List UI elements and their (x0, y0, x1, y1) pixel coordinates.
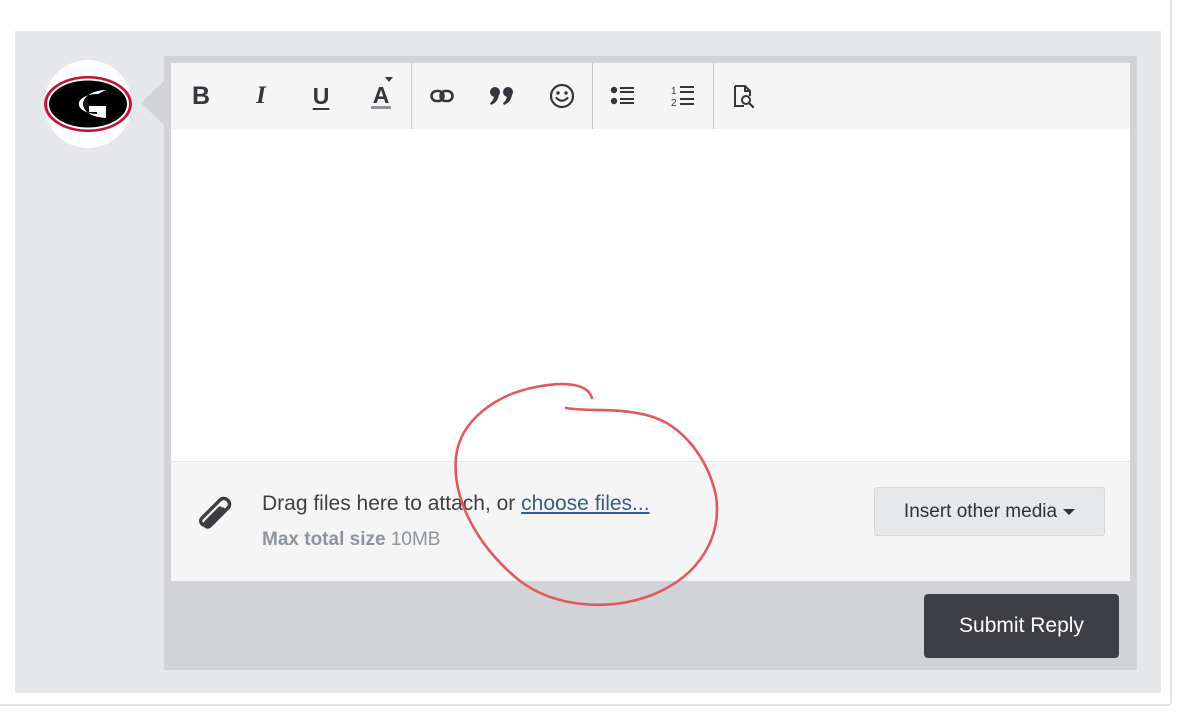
italic-button[interactable]: I (231, 63, 291, 129)
rich-text-editor: B I U A 1 2 Drag files here to attach, o… (171, 63, 1130, 581)
message-input[interactable] (171, 129, 1130, 461)
bullet-list-button[interactable] (593, 63, 653, 129)
emoji-button[interactable] (532, 63, 592, 129)
text-color-icon: A (370, 81, 392, 109)
editor-toolbar: B I U A 1 2 (171, 63, 1130, 129)
smiley-icon (549, 83, 575, 109)
underline-icon: U (312, 82, 330, 109)
insert-media-label: Insert other media (903, 500, 1058, 522)
bold-icon: B (191, 81, 211, 110)
attach-instructions: Drag files here to attach, or choose fil… (262, 492, 650, 516)
max-size-label: Max total size (262, 529, 386, 550)
bullet-list-icon (610, 86, 634, 105)
dropdown-caret-icon (385, 77, 393, 82)
quote-icon (490, 87, 513, 105)
insert-media-button[interactable]: Insert other media (874, 487, 1105, 536)
italic-icon: I (256, 82, 266, 109)
preview-button[interactable] (714, 63, 774, 129)
svg-text:1: 1 (671, 86, 677, 97)
insert-group (412, 63, 592, 129)
svg-text:2: 2 (671, 98, 677, 108)
preview-group (714, 63, 774, 129)
max-size-value: 10MB (390, 529, 441, 550)
submit-reply-label: Submit Reply (959, 614, 1084, 637)
quote-button[interactable] (472, 63, 532, 129)
max-size-info: Max total size 10MB (262, 529, 440, 551)
submit-reply-button[interactable]: Submit Reply (924, 594, 1119, 658)
paperclip-icon (199, 496, 232, 529)
text-format-group: B I U A (171, 63, 411, 129)
attachment-bar: Drag files here to attach, or choose fil… (171, 461, 1130, 581)
attach-prefix: Drag files here to attach, or (262, 492, 522, 515)
preview-icon (734, 85, 755, 108)
choose-files-link[interactable]: choose files... (521, 492, 649, 515)
georgia-g-logo-icon (44, 76, 132, 132)
text-color-button[interactable]: A (351, 63, 411, 129)
link-button[interactable] (412, 63, 472, 129)
avatar-pointer (141, 81, 164, 125)
avatar[interactable] (44, 60, 132, 148)
numbered-list-button[interactable]: 1 2 (653, 63, 713, 129)
bold-button[interactable]: B (171, 63, 231, 129)
numbered-list-icon: 1 2 (671, 86, 694, 108)
link-icon (430, 89, 454, 103)
underline-button[interactable]: U (291, 63, 351, 129)
list-group: 1 2 (593, 63, 713, 129)
dropdown-caret-icon (1063, 508, 1076, 515)
